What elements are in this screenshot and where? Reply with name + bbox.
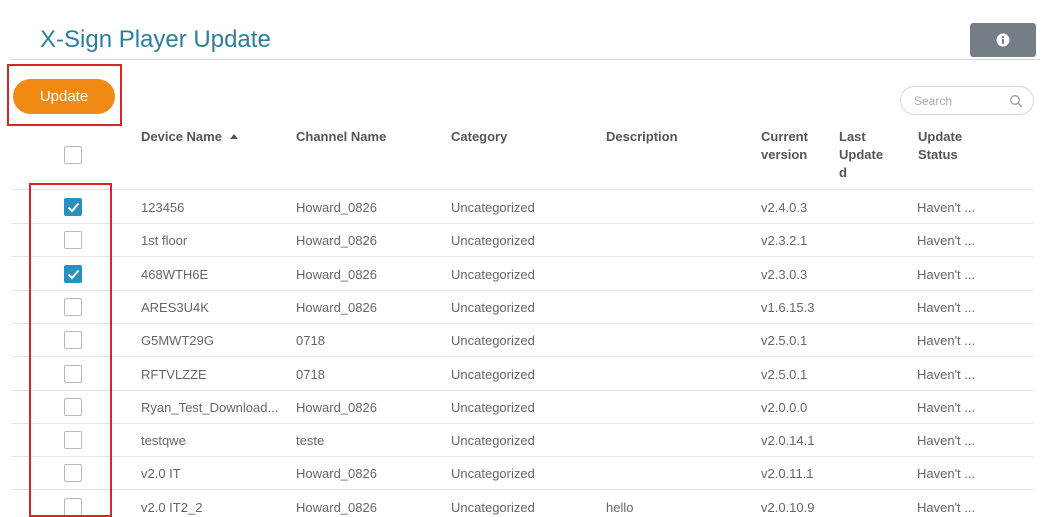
cell-channel-name: Howard_0826 — [296, 200, 377, 215]
search-input[interactable] — [914, 93, 1004, 108]
cell-category: Uncategorized — [451, 433, 535, 448]
cell-description: hello — [606, 500, 634, 515]
cell-category: Uncategorized — [451, 400, 535, 415]
cell-channel-name: teste — [296, 433, 325, 448]
cell-current-version: v2.3.2.1 — [761, 233, 808, 248]
cell-device-name: v2.0 IT2_2 — [141, 500, 203, 515]
cell-current-version: v2.3.0.3 — [761, 267, 808, 282]
cell-update-status: Haven't ... — [917, 333, 976, 348]
table-row[interactable]: v2.0 IT2_2 Howard_0826 Uncategorized hello v… — [12, 490, 1033, 517]
column-header-current-version[interactable]: Current version — [761, 128, 808, 164]
table-row[interactable]: Ryan_Test_Download... Howard_0826 Uncatego… — [12, 390, 1033, 423]
cell-update-status: Haven't ... — [917, 200, 976, 215]
cell-device-name: 1st floor — [141, 233, 188, 248]
row-checkbox[interactable] — [64, 398, 82, 416]
row-checkbox[interactable] — [64, 431, 82, 449]
search-icon[interactable] — [1009, 94, 1023, 108]
sort-ascending-icon — [229, 134, 238, 139]
cell-device-name: 123456 — [141, 200, 185, 215]
info-button[interactable] — [970, 23, 1036, 57]
row-checkbox[interactable] — [64, 298, 82, 316]
column-header-device-name[interactable]: Device Name — [141, 128, 238, 146]
cell-channel-name: Howard_0826 — [296, 300, 377, 315]
cell-category: Uncategorized — [451, 500, 535, 515]
checkmark-icon — [67, 269, 80, 280]
title-divider — [10, 59, 1040, 60]
search-box[interactable] — [900, 86, 1034, 115]
cell-update-status: Haven't ... — [917, 500, 976, 515]
cell-device-name: ARES3U4K — [141, 300, 209, 315]
cell-channel-name: 0718 — [296, 333, 325, 348]
cell-current-version: v2.5.0.1 — [761, 333, 808, 348]
table-row[interactable]: G5MWT29G 0718 Uncategorized v2.5.0.1 Haven't… — [12, 323, 1033, 356]
cell-current-version: v2.4.0.3 — [761, 200, 808, 215]
info-icon — [996, 33, 1010, 47]
row-checkbox[interactable] — [64, 198, 82, 216]
table-row[interactable]: RFTVLZZE 0718 Uncategorized v2.5.0.1 Haven't… — [12, 357, 1033, 390]
row-checkbox[interactable] — [64, 331, 82, 349]
cell-channel-name: Howard_0826 — [296, 466, 377, 481]
table-row[interactable]: testqwe teste Uncategorized v2.0.14.1 Haven'… — [12, 423, 1033, 456]
select-all-checkbox[interactable] — [64, 146, 82, 164]
cell-device-name: RFTVLZZE — [141, 367, 207, 382]
column-header-last-updated[interactable]: Last Update d — [839, 128, 883, 182]
update-button[interactable]: Update — [13, 79, 115, 114]
cell-channel-name: Howard_0826 — [296, 233, 377, 248]
cell-device-name: G5MWT29G — [141, 333, 214, 348]
table-row[interactable]: ARES3U4K Howard_0826 Uncategorized v1.6.15.… — [12, 290, 1033, 323]
table-row[interactable]: v2.0 IT Howard_0826 Uncategorized v2.0.11.1… — [12, 456, 1033, 489]
cell-update-status: Haven't ... — [917, 233, 976, 248]
cell-update-status: Haven't ... — [917, 400, 976, 415]
cell-device-name: Ryan_Test_Download... — [141, 400, 279, 415]
cell-update-status: Haven't ... — [917, 466, 976, 481]
checkmark-icon — [67, 202, 80, 213]
row-checkbox[interactable] — [64, 498, 82, 516]
cell-current-version: v2.0.10.9 — [761, 500, 815, 515]
column-header-description[interactable]: Description — [606, 128, 678, 146]
cell-current-version: v2.0.0.0 — [761, 400, 808, 415]
cell-current-version: v1.6.15.3 — [761, 300, 815, 315]
cell-device-name: v2.0 IT — [141, 466, 181, 481]
column-header-category[interactable]: Category — [451, 128, 507, 146]
cell-category: Uncategorized — [451, 233, 535, 248]
cell-update-status: Haven't ... — [917, 367, 976, 382]
cell-category: Uncategorized — [451, 333, 535, 348]
cell-update-status: Haven't ... — [917, 267, 976, 282]
table-row[interactable]: 1st floor Howard_0826 Uncategorized v2.3.2.… — [12, 223, 1033, 256]
cell-current-version: v2.0.14.1 — [761, 433, 815, 448]
cell-device-name: testqwe — [141, 433, 186, 448]
page-title: X-Sign Player Update — [40, 26, 271, 53]
cell-update-status: Haven't ... — [917, 300, 976, 315]
cell-channel-name: Howard_0826 — [296, 500, 377, 515]
cell-category: Uncategorized — [451, 300, 535, 315]
cell-category: Uncategorized — [451, 466, 535, 481]
column-header-channel-name[interactable]: Channel Name — [296, 128, 386, 146]
row-checkbox[interactable] — [64, 464, 82, 482]
row-checkbox[interactable] — [64, 365, 82, 383]
cell-category: Uncategorized — [451, 267, 535, 282]
cell-category: Uncategorized — [451, 200, 535, 215]
table-row[interactable]: 123456 Howard_0826 Uncategorized v2.4.0.3 Ha… — [12, 190, 1033, 223]
cell-channel-name: Howard_0826 — [296, 400, 377, 415]
row-checkbox[interactable] — [64, 265, 82, 283]
cell-channel-name: 0718 — [296, 367, 325, 382]
row-checkbox[interactable] — [64, 231, 82, 249]
cell-device-name: 468WTH6E — [141, 267, 209, 282]
cell-update-status: Haven't ... — [917, 433, 976, 448]
column-header-update-status[interactable]: Update Status — [918, 128, 962, 164]
table-row[interactable]: 468WTH6E Howard_0826 Uncategorized v2.3.0.3… — [12, 257, 1033, 290]
cell-current-version: v2.0.11.1 — [761, 466, 814, 481]
cell-channel-name: Howard_0826 — [296, 267, 377, 282]
cell-current-version: v2.5.0.1 — [761, 367, 808, 382]
cell-category: Uncategorized — [451, 367, 535, 382]
